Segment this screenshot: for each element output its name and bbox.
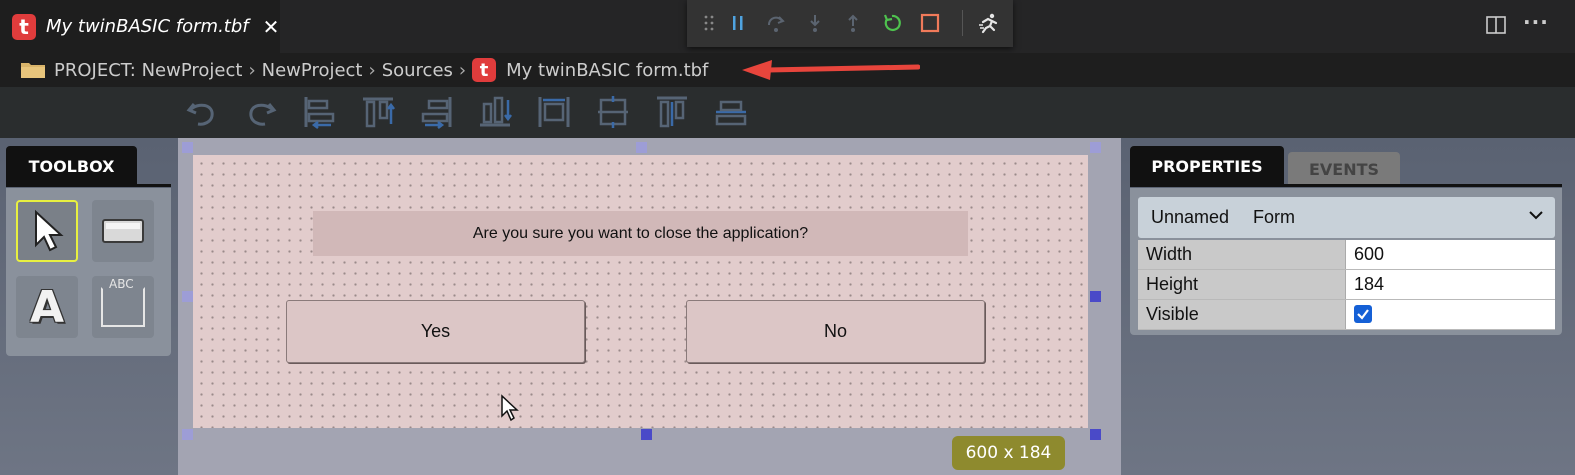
resize-handle [636,142,647,153]
resize-handle-corner[interactable] [1090,429,1101,440]
tab-title: My twinBASIC form.tbf [46,16,249,37]
pointer-icon [35,209,64,252]
frame-icon: ABC [101,277,145,327]
toolbox-divider [6,184,171,187]
frame-tool[interactable]: ABC [92,276,154,338]
align-top-icon[interactable] [357,91,399,133]
red-arrow-annotation [742,60,920,80]
designer-toolbar [0,87,1575,138]
visible-checkbox[interactable] [1354,305,1372,323]
restart-icon[interactable] [878,9,906,37]
properties-divider [1130,184,1562,187]
center-vertical-icon[interactable] [592,91,634,133]
redo-icon[interactable] [240,91,282,133]
tab-events[interactable]: EVENTS [1288,152,1400,186]
align-right-icon[interactable] [416,91,458,133]
property-row-width[interactable]: Width 600 [1138,240,1555,270]
run-icon[interactable] [975,9,1003,37]
gripper-icon[interactable] [695,9,723,37]
pointer-tool[interactable] [16,200,78,262]
center-horizontal-icon[interactable] [710,91,752,133]
breadcrumb-separator: › [248,59,256,81]
resize-handle-right[interactable] [1090,291,1101,302]
property-row-visible[interactable]: Visible [1138,300,1555,330]
ide-window: t My twinBASIC form.tbf ✕ ··· PROJECT: N… [0,0,1575,475]
command-button-tool[interactable] [92,200,154,262]
breadcrumb-separator: › [458,59,467,81]
stop-icon[interactable] [916,9,944,37]
form-yes-button[interactable]: Yes [286,300,585,363]
twinbasic-file-icon: t [472,58,497,82]
breadcrumb-folder[interactable]: NewProject [262,60,363,81]
toolbox-tab[interactable]: TOOLBOX [6,146,137,186]
distribute-vertical-icon[interactable] [651,91,693,133]
resize-handle-bottom[interactable] [641,429,652,440]
breadcrumb-separator: › [368,59,376,81]
checkmark-icon [1357,309,1369,320]
property-value-input[interactable]: 600 [1354,240,1384,269]
form-no-button[interactable]: No [686,300,985,363]
property-name: Width [1138,240,1346,269]
property-value-input[interactable]: 184 [1354,270,1384,299]
form-size-badge: 600 x 184 [952,436,1065,470]
label-tool[interactable]: A [16,276,78,338]
object-type: Form [1253,207,1296,227]
step-over-icon[interactable] [762,9,790,37]
resize-handle [182,142,193,153]
toolbox-panel: A ABC [6,188,171,356]
editor-tab[interactable]: t My twinBASIC form.tbf ✕ [0,0,280,53]
resize-handle [1090,142,1101,153]
align-left-icon[interactable] [298,91,340,133]
form-canvas[interactable] [193,155,1088,428]
debug-toolbar [687,0,1013,47]
more-actions-icon[interactable]: ··· [1523,10,1549,34]
step-out-icon[interactable] [839,9,867,37]
breadcrumb-sources[interactable]: Sources [382,60,453,81]
property-row-height[interactable]: Height 184 [1138,270,1555,300]
resize-handle [182,291,193,302]
breadcrumb-project[interactable]: PROJECT: NewProject [54,60,242,81]
twinbasic-logo-icon: t [12,13,36,40]
object-selector[interactable]: Unnamed Form [1138,197,1555,238]
breadcrumb-file[interactable]: My twinBASIC form.tbf [506,60,708,81]
close-icon[interactable]: ✕ [263,15,280,39]
distribute-horizontal-icon[interactable] [533,91,575,133]
tab-properties[interactable]: PROPERTIES [1130,146,1284,186]
chevron-down-icon [1529,211,1543,220]
split-editor-icon[interactable] [1485,14,1507,36]
label-glyph-icon: A [29,281,65,333]
pause-icon[interactable] [724,9,752,37]
undo-icon[interactable] [181,91,223,133]
form-message-label[interactable]: Are you sure you want to close the appli… [313,211,968,256]
object-name: Unnamed [1151,207,1230,227]
mouse-cursor-icon [501,394,519,422]
step-into-icon[interactable] [801,9,829,37]
folder-icon [21,63,45,78]
align-bottom-icon[interactable] [474,91,516,133]
property-name: Visible [1138,300,1346,329]
editor-tab-bar: t My twinBASIC form.tbf ✕ ··· [0,0,1575,53]
frame-caption: ABC [107,277,136,291]
toolbar-separator [962,10,963,36]
resize-handle [182,429,193,440]
button-icon [102,219,144,243]
property-name: Height [1138,270,1346,299]
